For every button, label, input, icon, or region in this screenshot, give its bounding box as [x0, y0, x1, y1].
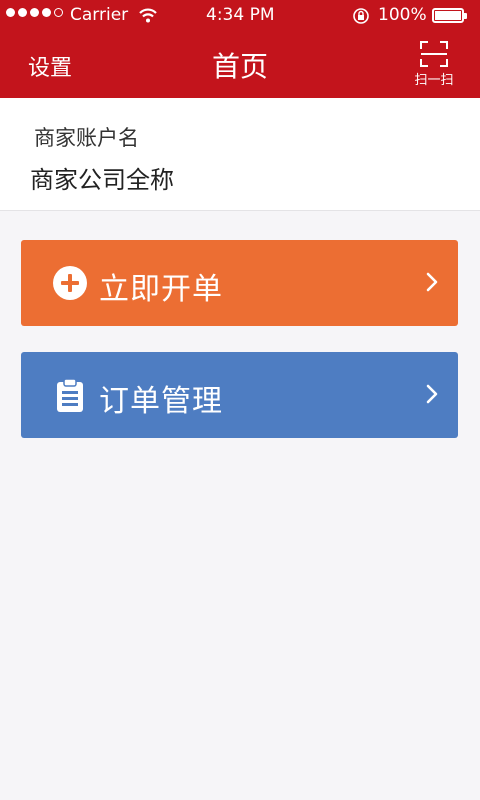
scan-icon: [420, 41, 448, 67]
rotation-lock-icon: [353, 8, 369, 24]
signal-strength-icon: [6, 8, 63, 17]
order-management-button[interactable]: 订单管理: [21, 352, 458, 438]
clipboard-icon: [57, 378, 83, 412]
company-name: 商家公司全称: [30, 166, 174, 194]
create-order-label: 立即开单: [99, 272, 223, 307]
chevron-right-icon: [426, 384, 438, 404]
plus-circle-icon: [53, 266, 87, 300]
account-panel: 商家账户名 商家公司全称: [0, 98, 480, 211]
carrier-label: Carrier: [70, 5, 129, 25]
scan-label: 扫一扫: [414, 73, 454, 88]
create-order-button[interactable]: 立即开单: [21, 240, 458, 326]
scan-button[interactable]: 扫一扫: [408, 40, 460, 88]
wifi-icon: [139, 8, 157, 23]
account-name: 商家账户名: [34, 126, 139, 150]
battery-percent: 100%: [378, 5, 427, 25]
chevron-right-icon: [426, 272, 438, 292]
status-time: 4:34 PM: [206, 5, 275, 25]
battery-icon: [432, 8, 467, 23]
order-management-label: 订单管理: [99, 384, 223, 419]
top-bar: Carrier 4:34 PM 100% 设置 首页 扫一扫: [0, 0, 480, 98]
status-bar: Carrier 4:34 PM 100%: [0, 0, 480, 32]
